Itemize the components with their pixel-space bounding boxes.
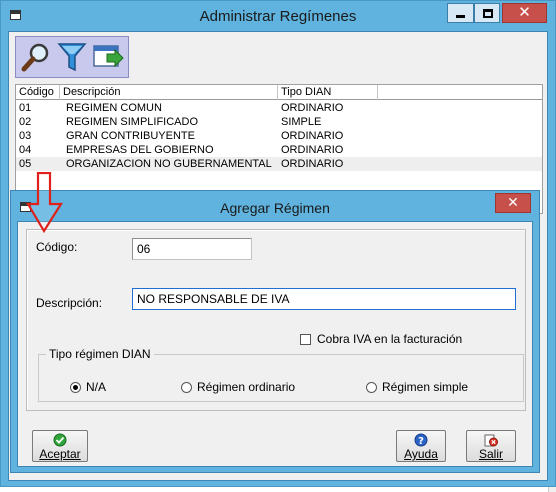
cell-codigo: 02 xyxy=(19,116,32,128)
cell-codigo: 01 xyxy=(19,102,32,114)
column-header-descripcion[interactable]: Descripción xyxy=(60,85,278,100)
help-icon: ? xyxy=(397,433,445,447)
radio-na[interactable] xyxy=(70,382,81,393)
cobra-iva-checkbox[interactable] xyxy=(300,334,311,345)
cell-codigo: 03 xyxy=(19,130,32,142)
cell-descripcion: GRAN CONTRIBUYENTE xyxy=(66,130,195,142)
maximize-icon xyxy=(483,9,493,18)
codigo-input[interactable]: 06 xyxy=(132,238,252,260)
cell-descripcion: ORGANIZACION NO GUBERNAMENTAL xyxy=(66,158,272,170)
table-header: Código Descripción Tipo DIAN xyxy=(16,85,542,100)
cell-tipo-dian: SIMPLE xyxy=(281,116,322,128)
maximize-button[interactable] xyxy=(474,3,500,23)
cell-descripcion: EMPRESAS DEL GOBIERNO xyxy=(66,144,214,156)
close-icon: ✕ xyxy=(507,194,519,210)
minimize-button[interactable] xyxy=(447,3,474,23)
search-icon xyxy=(21,43,49,72)
radio-regimen-simple-label[interactable]: Régimen simple xyxy=(382,380,468,394)
table-row[interactable]: 02 REGIMEN SIMPLIFICADO SIMPLE xyxy=(16,115,542,129)
salir-button-label: Salir xyxy=(478,447,503,461)
check-icon xyxy=(33,433,87,447)
cell-tipo-dian: ORDINARIO xyxy=(281,130,344,142)
cell-tipo-dian: ORDINARIO xyxy=(281,102,344,114)
table-row[interactable]: 05 ORGANIZACION NO GUBERNAMENTAL ORDINAR… xyxy=(16,157,542,171)
dialog-title: Agregar Régimen xyxy=(220,200,330,216)
export-icon xyxy=(93,45,124,68)
dialog-close-button[interactable]: ✕ xyxy=(495,193,531,213)
export-button[interactable] xyxy=(91,40,125,74)
descripcion-input[interactable]: NO RESPONSABLE DE IVA xyxy=(132,288,516,310)
add-regime-dialog: Agregar Régimen ✕ Código: 06 Descripción… xyxy=(10,190,540,473)
search-button[interactable] xyxy=(19,40,53,74)
dialog-title-bar[interactable]: Agregar Régimen ✕ xyxy=(11,191,539,221)
table-row[interactable]: 04 EMPRESAS DEL GOBIERNO ORDINARIO xyxy=(16,143,542,157)
radio-regimen-simple[interactable] xyxy=(366,382,377,393)
cell-codigo: 05 xyxy=(19,158,32,170)
minimize-icon xyxy=(456,15,465,18)
cell-codigo: 04 xyxy=(19,144,32,156)
descripcion-label: Descripción: xyxy=(36,296,103,310)
radio-na-label[interactable]: N/A xyxy=(86,380,106,394)
radio-regimen-ordinario-label[interactable]: Régimen ordinario xyxy=(197,380,295,394)
ayuda-button[interactable]: ? Ayuda xyxy=(396,430,446,462)
cell-descripcion: REGIMEN SIMPLIFICADO xyxy=(66,116,199,128)
aceptar-button-label: Aceptar xyxy=(39,447,81,461)
cell-descripcion: REGIMEN COMUN xyxy=(66,102,162,114)
radio-regimen-ordinario[interactable] xyxy=(181,382,192,393)
svg-text:?: ? xyxy=(418,436,424,447)
tipo-regimen-group-label: Tipo régimen DIAN xyxy=(46,347,154,361)
aceptar-button[interactable]: Aceptar xyxy=(32,430,88,462)
ayuda-button-label: Ayuda xyxy=(404,447,438,461)
salir-button[interactable]: Salir xyxy=(466,430,516,462)
close-icon: ✕ xyxy=(518,4,531,21)
column-header-tipo-dian[interactable]: Tipo DIAN xyxy=(278,85,378,100)
main-title-bar[interactable]: Administrar Regímenes ✕ xyxy=(1,1,555,30)
cell-tipo-dian: ORDINARIO xyxy=(281,158,344,170)
filter-icon xyxy=(57,43,87,72)
table-row[interactable]: 01 REGIMEN COMUN ORDINARIO xyxy=(16,101,542,115)
tipo-regimen-group xyxy=(38,354,524,402)
cobra-iva-label[interactable]: Cobra IVA en la facturación xyxy=(317,332,462,346)
cell-tipo-dian: ORDINARIO xyxy=(281,144,344,156)
close-button[interactable]: ✕ xyxy=(502,3,547,23)
filter-button[interactable] xyxy=(55,40,89,74)
column-header-codigo[interactable]: Código xyxy=(16,85,60,100)
exit-icon xyxy=(467,433,515,447)
codigo-label: Código: xyxy=(36,240,78,254)
dialog-client-area: Código: 06 Descripción: NO RESPONSABLE D… xyxy=(17,221,533,467)
table-row[interactable]: 03 GRAN CONTRIBUYENTE ORDINARIO xyxy=(16,129,542,143)
annotation-arrow-icon xyxy=(26,172,63,234)
toolbar xyxy=(15,36,129,78)
